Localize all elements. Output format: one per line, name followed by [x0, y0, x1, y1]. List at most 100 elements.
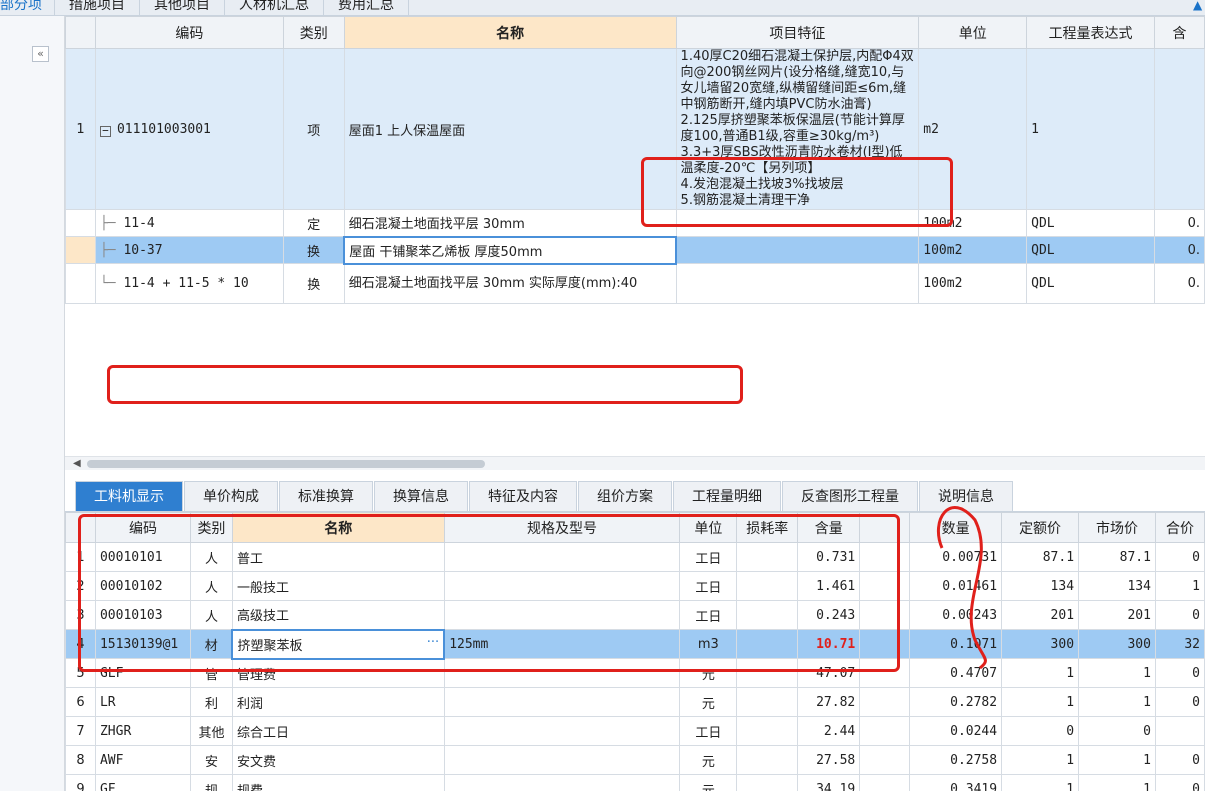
- name-cell[interactable]: 高级技工: [231, 600, 445, 630]
- table-row[interactable]: 3 00010103 人高级技工 工日 0.243 0.00243 201 201 0: [65, 600, 1205, 630]
- feature-cell[interactable]: [675, 263, 920, 304]
- total-cell[interactable]: 0: [1154, 774, 1205, 791]
- unit-cell[interactable]: 元: [679, 745, 738, 775]
- content-cell[interactable]: 27.58: [797, 745, 861, 775]
- table-row-selected[interactable]: ├─ 10-37 换 屋面 干铺聚苯乙烯板 厚度50mm 100m2 QDL 0…: [65, 235, 1205, 265]
- type-cell[interactable]: 管: [189, 658, 233, 688]
- code-cell[interactable]: −011101003001: [94, 48, 284, 210]
- loss-cell[interactable]: [736, 542, 799, 572]
- loss-cell[interactable]: [736, 571, 799, 601]
- content-cell[interactable]: 10.71: [797, 629, 861, 659]
- code-cell[interactable]: AWF: [94, 745, 191, 775]
- market-cell[interactable]: 1: [1078, 745, 1156, 775]
- type-cell[interactable]: 人: [189, 542, 233, 572]
- qty-cell[interactable]: 0.4707: [909, 658, 1003, 688]
- tab-quantity-details[interactable]: 工程量明细: [673, 481, 781, 511]
- tab-labor-material-summary[interactable]: 人材机汇总: [225, 0, 324, 15]
- expr-cell[interactable]: QDL: [1026, 236, 1155, 264]
- total-cell[interactable]: 32: [1154, 629, 1205, 659]
- type-cell[interactable]: 项: [282, 48, 345, 210]
- loss-cell[interactable]: [736, 600, 799, 630]
- content-cell[interactable]: 1.461: [797, 571, 861, 601]
- tab-features-content[interactable]: 特征及内容: [469, 481, 577, 511]
- spec-cell[interactable]: [443, 658, 681, 688]
- tab-unit-price[interactable]: 单价构成: [184, 481, 278, 511]
- market-cell[interactable]: 1: [1078, 687, 1156, 717]
- code-cell[interactable]: 00010102: [94, 571, 191, 601]
- tab-fee-summary[interactable]: 费用汇总: [324, 0, 409, 15]
- header-feature[interactable]: 项目特征: [675, 16, 920, 49]
- expr-cell[interactable]: QDL: [1026, 263, 1155, 304]
- price-cell[interactable]: 300: [1001, 629, 1080, 659]
- header-content[interactable]: 含量: [797, 512, 861, 543]
- price-cell[interactable]: 1: [1001, 687, 1080, 717]
- name-cell[interactable]: 挤塑聚苯板 ···: [231, 628, 446, 660]
- qty-cell[interactable]: 0.2758: [909, 745, 1003, 775]
- spec-cell[interactable]: 125mm: [443, 629, 681, 659]
- content-cell[interactable]: 47.07: [797, 658, 861, 688]
- type-cell[interactable]: 人: [189, 600, 233, 630]
- code-cell[interactable]: ZHGR: [94, 716, 191, 746]
- qty-cell[interactable]: 0.00731: [909, 542, 1003, 572]
- qty-cell[interactable]: 0.1071: [909, 629, 1003, 659]
- code-cell[interactable]: ├─ 11-4: [94, 209, 284, 237]
- loss-cell[interactable]: [736, 629, 799, 659]
- market-cell[interactable]: 1: [1078, 658, 1156, 688]
- qty-cell[interactable]: 0.0244: [909, 716, 1003, 746]
- spec-cell[interactable]: [443, 542, 681, 572]
- expr-cell[interactable]: QDL: [1026, 209, 1155, 237]
- unit-cell[interactable]: 100m2: [918, 209, 1028, 237]
- spec-cell[interactable]: [443, 716, 681, 746]
- table-row[interactable]: 2 00010102 人一般技工 工日 1.461 0.01461 134 134 1: [65, 571, 1205, 601]
- code-cell[interactable]: GF: [94, 774, 191, 791]
- header-code[interactable]: 编码: [94, 16, 284, 49]
- price-cell[interactable]: 87.1: [1001, 542, 1080, 572]
- code-cell[interactable]: 00010103: [94, 600, 191, 630]
- code-cell[interactable]: 15130139@1: [94, 629, 191, 659]
- unit-cell[interactable]: 元: [679, 774, 738, 791]
- type-cell[interactable]: 利: [189, 687, 233, 717]
- code-cell[interactable]: 00010101: [94, 542, 191, 572]
- qty-cell[interactable]: 0.: [1153, 263, 1205, 304]
- collapse-icon[interactable]: «: [32, 46, 49, 62]
- type-cell[interactable]: 人: [189, 571, 233, 601]
- header-type[interactable]: 类别: [282, 16, 345, 49]
- unit-cell[interactable]: 元: [679, 658, 738, 688]
- tab-other-items[interactable]: 其他项目: [140, 0, 225, 15]
- type-cell[interactable]: 其他: [189, 716, 233, 746]
- header-price[interactable]: 定额价: [1001, 512, 1080, 543]
- total-cell[interactable]: 0: [1154, 658, 1205, 688]
- loss-cell[interactable]: [736, 658, 799, 688]
- unit-cell[interactable]: 工日: [679, 600, 738, 630]
- header-expr[interactable]: 工程量表达式: [1026, 16, 1155, 49]
- tab-conversion-info[interactable]: 换算信息: [374, 481, 468, 511]
- tab-standard-conversion[interactable]: 标准换算: [279, 481, 373, 511]
- name-cell[interactable]: 普工: [231, 542, 445, 572]
- total-cell[interactable]: 0: [1154, 687, 1205, 717]
- loss-cell[interactable]: [736, 745, 799, 775]
- header-name[interactable]: 名称: [231, 512, 445, 543]
- total-cell[interactable]: 1: [1154, 571, 1205, 601]
- code-cell[interactable]: LR: [94, 687, 191, 717]
- table-row[interactable]: 9 GF 规规费元 34.19 0.3419 1 1 0: [65, 774, 1205, 791]
- name-cell[interactable]: 屋面1 上人保温屋面: [343, 48, 677, 210]
- unit-cell[interactable]: 工日: [679, 542, 738, 572]
- table-row[interactable]: 8 AWF 安安文费元 27.58 0.2758 1 1 0: [65, 745, 1205, 775]
- type-cell[interactable]: 规: [189, 774, 233, 791]
- market-cell[interactable]: 1: [1078, 774, 1156, 791]
- feature-cell[interactable]: [675, 209, 920, 237]
- tab-pricing-scheme[interactable]: 组价方案: [578, 481, 672, 511]
- unit-cell[interactable]: m3: [679, 629, 738, 659]
- name-cell[interactable]: 利润: [231, 687, 445, 717]
- code-cell[interactable]: ├─ 10-37: [94, 236, 284, 264]
- content-cell[interactable]: 27.82: [797, 687, 861, 717]
- feature-cell[interactable]: [675, 236, 920, 264]
- code-cell[interactable]: └─ 11-4 + 11-5 * 10: [94, 263, 284, 304]
- header-content[interactable]: 含: [1153, 16, 1205, 49]
- table-row[interactable]: 6 LR 利利润元 27.82 0.2782 1 1 0: [65, 687, 1205, 717]
- header-market[interactable]: 市场价: [1078, 512, 1156, 543]
- name-cell[interactable]: 安文费: [231, 745, 445, 775]
- type-cell[interactable]: 定: [282, 209, 345, 237]
- content-cell[interactable]: 0.243: [797, 600, 861, 630]
- spec-cell[interactable]: [443, 600, 681, 630]
